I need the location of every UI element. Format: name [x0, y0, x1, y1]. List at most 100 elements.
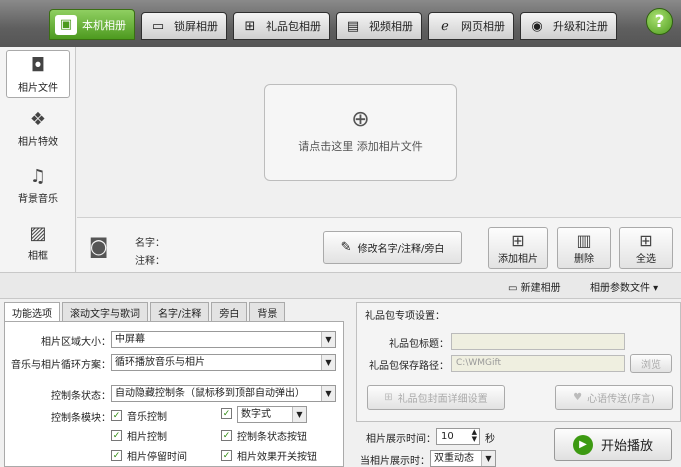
tab-gift-album[interactable]: ⊞ 礼品包相册 [233, 12, 330, 40]
options-tabs: 功能选项 滚动文字与歌词 名字/注释 旁白 背景 [4, 302, 286, 321]
album-params-link[interactable]: 相册参数文件 ▾ [590, 279, 658, 294]
sidebar-item-photo-effects[interactable]: ❖ 相片特效 [6, 105, 70, 153]
help-icon: ? [654, 11, 665, 32]
control-state-label: 控制条状态： [51, 391, 111, 402]
globe-icon: ◉ [531, 18, 543, 34]
seconds-unit: 秒 [485, 434, 495, 445]
ie-browser-icon: ℯ [441, 18, 449, 34]
digital-style-select[interactable]: 数字式 ▼ [237, 406, 307, 423]
digital-style-value: 数字式 [241, 409, 271, 420]
help-button[interactable]: ? [646, 8, 673, 35]
sidebar-item-frame[interactable]: ▨ 相框 [6, 219, 70, 267]
control-module-label: 控制条模块： [51, 413, 111, 424]
chevron-down-icon: ▼ [321, 386, 335, 401]
grid-icon: ⊞ [639, 230, 653, 250]
heart-icon: ♥ [573, 392, 583, 403]
tab-label: 视频相册 [369, 20, 413, 33]
album-strip: ▭ 新建相册 相册参数文件 ▾ [0, 272, 681, 299]
feature-options-panel: 相片区域大小： 中屏幕 ▼ 音乐与相片循环方案： 循环播放音乐与相片 ▼ 控制条状态… [4, 321, 344, 467]
tab-video-album[interactable]: ▤ 视频相册 [336, 12, 422, 40]
new-album-link[interactable]: ▭ 新建相册 [508, 279, 561, 294]
show-time-stepper[interactable]: 10 ▲ ▼ [436, 428, 480, 445]
start-playback-button[interactable]: ▶ 开始播放 [554, 428, 672, 461]
control-state-select[interactable]: 自动隐藏控制条（鼠标移到顶部自动弹出） ▼ [111, 385, 336, 402]
checkmark-icon: ✓ [221, 408, 232, 419]
gift-settings-panel: 礼品包专项设置： 礼品包标题： 礼品包保存路径： C:\WMGift 浏览 ⊞ 礼… [356, 302, 681, 422]
tab-upgrade-register[interactable]: ◉ 升级和注册 [520, 12, 617, 40]
drop-zone-text: 请点击这里 添加相片文件 [298, 140, 423, 153]
sidebar-item-photo-files[interactable]: ◘ 相片文件 [6, 50, 70, 98]
gift-icon: ⊞ [384, 392, 393, 403]
gift-title-input[interactable] [451, 333, 625, 350]
gift-cover-settings-button[interactable]: ⊞ 礼品包封面详细设置 [367, 385, 505, 410]
loop-label: 音乐与相片循环方案： [11, 360, 111, 371]
control-state-button-checkbox[interactable]: ✓ 控制条状态按钮 [221, 428, 307, 443]
photo-area: ⊕ 请点击这里 添加相片文件 [77, 47, 681, 217]
gift-path-label: 礼品包保存路径： [369, 361, 449, 372]
gift-path-input[interactable]: C:\WMGift [451, 355, 625, 372]
sidebar-item-background-music[interactable]: ♫ 背景音乐 [6, 162, 70, 210]
sidebar-item-label: 相片文件 [18, 83, 58, 94]
name-label: 名字： [135, 238, 165, 249]
tab-label: 名字/注释 [158, 308, 202, 320]
checkmark-icon: ✓ [111, 450, 122, 461]
checkbox-label: 相片控制 [127, 432, 167, 443]
chevron-down-icon: ▼ [321, 332, 335, 347]
tab-local-album[interactable]: ▣ 本机相册 [49, 9, 135, 40]
sidebar-item-label: 背景音乐 [18, 194, 58, 205]
photo-info-bar: ◙ 名字： 注释： ✎ 修改名字/注释/旁白 ⊞ 添加相片 ▥ 删除 ⊞ 全选 [77, 217, 681, 272]
sidebar-item-label: 相框 [28, 251, 48, 262]
tab-background[interactable]: 背景 [249, 302, 286, 321]
tab-label: 功能选项 [12, 308, 52, 320]
play-icon: ▶ [572, 434, 593, 455]
tab-name-note[interactable]: 名字/注释 [150, 302, 210, 321]
add-photo-drop-zone[interactable]: ⊕ 请点击这里 添加相片文件 [264, 84, 457, 181]
add-photo-button[interactable]: ⊞ 添加相片 [488, 227, 548, 269]
greeting-button-label: 心语传送(序言) [587, 394, 655, 405]
music-control-checkbox[interactable]: ✓ 音乐控制 [111, 408, 167, 423]
greeting-message-button[interactable]: ♥ 心语传送(序言) [555, 385, 673, 410]
tab-label: 礼品包相册 [266, 20, 321, 33]
checkmark-icon: ✓ [111, 410, 122, 421]
new-album-label: 新建相册 [520, 283, 561, 294]
area-size-label: 相片区域大小： [41, 337, 111, 348]
gift-icon: ⊞ [244, 18, 256, 34]
show-mode-select[interactable]: 双重动态 ▼ [430, 450, 496, 467]
gift-settings-title: 礼品包专项设置： [365, 311, 445, 322]
tab-scrolling-text[interactable]: 滚动文字与歌词 [62, 302, 148, 321]
effects-icon: ❖ [29, 109, 47, 130]
gift-title-label: 礼品包标题： [389, 339, 449, 350]
tab-lockscreen-album[interactable]: ▭ 锁屏相册 [141, 12, 227, 40]
checkbox-label: 音乐控制 [127, 412, 167, 423]
top-toolbar: ▣ 本机相册 ▭ 锁屏相册 ⊞ 礼品包相册 ▤ 视频相册 ℯ 网页相册 ◉ 升级和注册 ? [0, 0, 681, 47]
tab-label: 升级和注册 [553, 20, 608, 33]
browse-button[interactable]: 浏览 [630, 354, 672, 373]
start-button-label: 开始播放 [600, 439, 653, 454]
trash-icon: ▥ [576, 230, 592, 250]
tab-label: 本机相册 [82, 18, 126, 32]
chevron-down-icon: ▼ [481, 451, 495, 466]
loop-select[interactable]: 循环播放音乐与相片 ▼ [111, 354, 336, 371]
show-mode-value: 双重动态 [434, 453, 474, 464]
tab-narration[interactable]: 旁白 [211, 302, 248, 321]
show-mode-label: 当相片展示时： [360, 456, 430, 467]
delete-button[interactable]: ▥ 删除 [557, 227, 611, 269]
tab-web-album[interactable]: ℯ 网页相册 [428, 12, 514, 40]
area-size-select[interactable]: 中屏幕 ▼ [111, 331, 336, 348]
monitor-icon: ▭ [151, 18, 165, 34]
select-all-button[interactable]: ⊞ 全选 [619, 227, 673, 269]
photo-effect-switch-checkbox[interactable]: ✓ 相片效果开关按钮 [221, 448, 317, 463]
album-params-label: 相册参数文件 [590, 283, 650, 294]
gift-cover-button-label: 礼品包封面详细设置 [397, 394, 488, 405]
chevron-down-icon: ▼ [321, 355, 335, 370]
checkbox-label: 相片效果开关按钮 [237, 452, 317, 463]
edit-name-note-button[interactable]: ✎ 修改名字/注释/旁白 [323, 231, 462, 264]
photo-control-checkbox[interactable]: ✓ 相片控制 [111, 428, 167, 443]
digital-checkbox[interactable]: ✓ [221, 408, 237, 419]
delete-button-label: 删除 [574, 253, 594, 265]
top-tabs: ▣ 本机相册 ▭ 锁屏相册 ⊞ 礼品包相册 ▤ 视频相册 ℯ 网页相册 ◉ 升级和注册 [49, 9, 617, 40]
chevron-down-icon: ▼ [292, 407, 306, 422]
tab-feature-options[interactable]: 功能选项 [4, 302, 60, 321]
photo-stay-time-checkbox[interactable]: ✓ 相片停留时间 [111, 448, 187, 463]
sidebar: ◘ 相片文件 ❖ 相片特效 ♫ 背景音乐 ▨ 相框 [0, 47, 76, 272]
